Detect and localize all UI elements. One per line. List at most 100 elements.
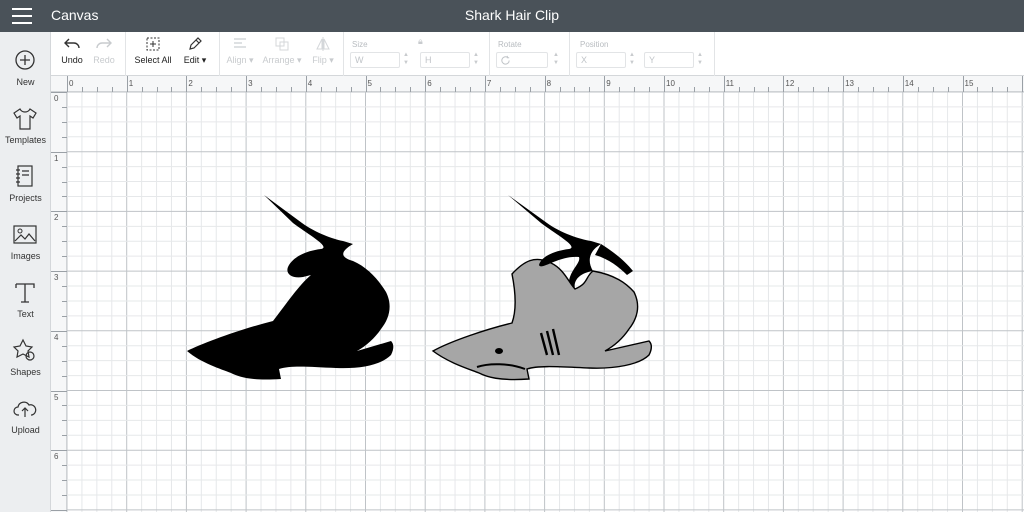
arrange-label: Arrange	[262, 55, 295, 65]
ruler-top-label: 2	[188, 79, 193, 88]
undo-label: Undo	[61, 55, 83, 65]
plus-circle-icon	[15, 50, 35, 70]
position-label: Position	[580, 40, 609, 49]
redo-icon	[96, 38, 112, 49]
ruler-top-label: 9	[606, 79, 611, 88]
position-y-label: Y	[649, 55, 656, 65]
ruler-top-label: 15	[964, 79, 974, 88]
ruler-top-label: 13	[845, 79, 854, 88]
position-x-label: X	[581, 55, 588, 65]
redo-button[interactable]: Redo	[89, 36, 119, 72]
edit-label: Edit	[183, 55, 200, 65]
size-group: Size 🔒︎ W ▲ ▼ H ▲ ▼	[344, 32, 490, 76]
arrange-icon	[275, 37, 289, 51]
select-all-label: Select All	[134, 55, 172, 65]
ruler-top-label: 11	[725, 79, 734, 88]
sidebar-item-text[interactable]: Text	[0, 280, 51, 332]
align-icon	[234, 38, 246, 48]
position-y-stepper[interactable]: ▲ ▼	[696, 51, 704, 69]
shark-detailed-gray[interactable]	[429, 191, 659, 386]
vertical-ruler: 0 1 2 3 4 5 6	[51, 92, 67, 512]
size-label: Size	[352, 40, 368, 49]
sidebar-item-templates[interactable]: Templates	[0, 106, 51, 158]
ruler-top-label: 12	[785, 79, 795, 88]
ruler-left-label: 5	[54, 392, 59, 402]
ruler-top-label: 0	[69, 79, 74, 88]
edit-dropdown-button[interactable]: Edit ▾	[178, 36, 212, 72]
rotate-icon	[501, 55, 510, 65]
position-group: Position X ▲ ▼ Y ▲ ▼	[570, 32, 715, 76]
height-stepper[interactable]: ▲ ▼	[472, 51, 480, 69]
lock-icon[interactable]: 🔒︎	[418, 36, 423, 47]
ruler-left-label: 4	[54, 332, 59, 342]
top-bar: Canvas Shark Hair Clip	[0, 0, 1024, 32]
align-label: Align	[226, 55, 247, 65]
undo-redo-group: Undo Redo	[51, 32, 126, 76]
ruler-left-label: 0	[54, 94, 59, 103]
arrange-dropdown-button[interactable]: Arrange ▾	[260, 36, 304, 72]
ruler-left-label: 6	[54, 452, 59, 462]
text-icon	[15, 283, 35, 303]
select-all-icon	[146, 37, 160, 51]
sidebar-item-projects[interactable]: Projects	[0, 164, 51, 216]
shark-gray-body	[431, 258, 652, 381]
image-icon	[13, 225, 37, 244]
shark-silhouette-black[interactable]	[181, 191, 411, 386]
select-all-button[interactable]: Select All	[132, 36, 174, 72]
sidebar-item-images[interactable]: Images	[0, 222, 51, 274]
sidebar-item-label: Upload	[11, 425, 40, 435]
sidebar-item-upload[interactable]: Upload	[0, 396, 51, 448]
position-x-input[interactable]: X	[576, 52, 626, 68]
left-sidebar: New Templates Projects Images Text Shape…	[0, 32, 51, 512]
sidebar-item-shapes[interactable]: Shapes	[0, 338, 51, 390]
align-arrange-flip-group: Align ▾ Arrange ▾ Flip ▾	[220, 32, 344, 76]
notebook-icon	[16, 165, 33, 187]
upload-cloud-icon	[13, 401, 37, 417]
ruler-top-label: 4	[307, 79, 313, 88]
design-canvas[interactable]: 0 1 2 3 4 5 6 7 8 9 10 11 12 13 14 15 0123456	[51, 76, 1024, 512]
rotate-label: Rotate	[498, 40, 522, 49]
flip-dropdown-button[interactable]: Flip ▾	[306, 36, 340, 72]
rotate-group: Rotate ▲ ▼	[490, 32, 570, 76]
shark-black-fill	[187, 195, 394, 380]
position-y-input[interactable]: Y	[644, 52, 694, 68]
flip-icon	[316, 37, 330, 51]
ruler-top-label: 8	[546, 79, 552, 88]
shirt-icon	[13, 108, 37, 130]
sidebar-item-label: Templates	[4, 135, 47, 145]
align-dropdown-button[interactable]: Align ▾	[222, 36, 258, 72]
sidebar-item-label: Text	[17, 309, 34, 319]
ruler-top-label: 6	[427, 79, 432, 88]
ruler-top-label: 7	[486, 79, 492, 88]
shapes-icon	[12, 338, 35, 361]
rotate-input[interactable]	[496, 52, 548, 68]
ruler-left-label: 1	[54, 153, 59, 163]
document-title[interactable]: Shark Hair Clip	[0, 7, 1024, 23]
width-field-label: W	[355, 55, 364, 65]
edit-toolbar: Undo Redo Select All Edit ▾ Align ▾ Arra…	[51, 32, 1024, 76]
caret-down-icon: ▾	[201, 55, 207, 65]
width-input[interactable]: W	[350, 52, 400, 68]
ruler-left-label: 3	[54, 273, 59, 283]
position-x-stepper[interactable]: ▲ ▼	[628, 51, 636, 69]
ruler-top-label: 5	[367, 79, 372, 88]
flip-label: Flip	[312, 55, 327, 65]
width-stepper[interactable]: ▲ ▼	[402, 51, 410, 69]
edit-pencil-icon	[189, 37, 202, 50]
undo-icon	[64, 38, 80, 49]
sidebar-item-label: Shapes	[10, 367, 41, 377]
height-input[interactable]: H	[420, 52, 470, 68]
ruler-left-label: 2	[54, 213, 59, 223]
shark-gray-fin-accent	[595, 244, 633, 275]
undo-button[interactable]: Undo	[57, 36, 87, 72]
ruler-top-label: 14	[904, 79, 914, 88]
shark-eye	[495, 348, 503, 354]
ruler-top-label: 1	[128, 79, 134, 88]
height-field-label: H	[425, 55, 432, 65]
ruler-top-label: 3	[248, 79, 253, 88]
sidebar-item-label: Projects	[9, 193, 42, 203]
sidebar-item-new[interactable]: New	[0, 48, 51, 100]
ruler-top-label: 10	[666, 79, 675, 88]
sidebar-item-label: New	[16, 77, 35, 87]
rotate-stepper[interactable]: ▲ ▼	[552, 51, 560, 69]
